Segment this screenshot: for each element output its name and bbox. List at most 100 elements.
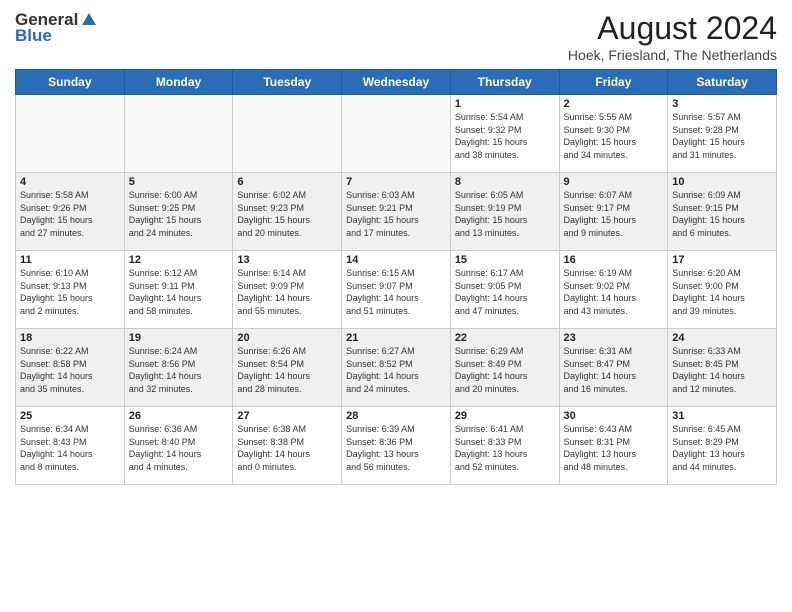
day-info: Sunrise: 6:22 AM Sunset: 8:58 PM Dayligh… <box>20 345 120 395</box>
calendar-cell: 27Sunrise: 6:38 AM Sunset: 8:38 PM Dayli… <box>233 407 342 485</box>
day-info: Sunrise: 5:55 AM Sunset: 9:30 PM Dayligh… <box>564 111 664 161</box>
calendar-cell: 20Sunrise: 6:26 AM Sunset: 8:54 PM Dayli… <box>233 329 342 407</box>
day-number: 30 <box>564 410 664 422</box>
day-number: 10 <box>672 176 772 188</box>
day-info: Sunrise: 6:41 AM Sunset: 8:33 PM Dayligh… <box>455 423 555 473</box>
calendar-cell: 12Sunrise: 6:12 AM Sunset: 9:11 PM Dayli… <box>124 251 233 329</box>
calendar-cell: 8Sunrise: 6:05 AM Sunset: 9:19 PM Daylig… <box>450 173 559 251</box>
calendar-cell: 10Sunrise: 6:09 AM Sunset: 9:15 PM Dayli… <box>668 173 777 251</box>
calendar-cell: 25Sunrise: 6:34 AM Sunset: 8:43 PM Dayli… <box>16 407 125 485</box>
calendar-cell: 15Sunrise: 6:17 AM Sunset: 9:05 PM Dayli… <box>450 251 559 329</box>
calendar-cell: 23Sunrise: 6:31 AM Sunset: 8:47 PM Dayli… <box>559 329 668 407</box>
calendar-cell: 11Sunrise: 6:10 AM Sunset: 9:13 PM Dayli… <box>16 251 125 329</box>
calendar-cell: 22Sunrise: 6:29 AM Sunset: 8:49 PM Dayli… <box>450 329 559 407</box>
calendar-cell <box>342 95 451 173</box>
day-number: 28 <box>346 410 446 422</box>
header: General Blue August 2024 Hoek, Friesland… <box>15 10 777 63</box>
day-info: Sunrise: 6:29 AM Sunset: 8:49 PM Dayligh… <box>455 345 555 395</box>
day-info: Sunrise: 6:24 AM Sunset: 8:56 PM Dayligh… <box>129 345 229 395</box>
day-number: 12 <box>129 254 229 266</box>
day-number: 11 <box>20 254 120 266</box>
calendar-cell: 29Sunrise: 6:41 AM Sunset: 8:33 PM Dayli… <box>450 407 559 485</box>
day-number: 15 <box>455 254 555 266</box>
weekday-header-row: SundayMondayTuesdayWednesdayThursdayFrid… <box>16 70 777 95</box>
calendar-week-row: 18Sunrise: 6:22 AM Sunset: 8:58 PM Dayli… <box>16 329 777 407</box>
day-info: Sunrise: 6:02 AM Sunset: 9:23 PM Dayligh… <box>237 189 337 239</box>
day-number: 23 <box>564 332 664 344</box>
day-number: 19 <box>129 332 229 344</box>
day-number: 3 <box>672 98 772 110</box>
weekday-header-tuesday: Tuesday <box>233 70 342 95</box>
day-info: Sunrise: 6:39 AM Sunset: 8:36 PM Dayligh… <box>346 423 446 473</box>
calendar-cell: 5Sunrise: 6:00 AM Sunset: 9:25 PM Daylig… <box>124 173 233 251</box>
day-number: 14 <box>346 254 446 266</box>
day-info: Sunrise: 6:17 AM Sunset: 9:05 PM Dayligh… <box>455 267 555 317</box>
logo-icon <box>80 11 98 29</box>
calendar-cell: 2Sunrise: 5:55 AM Sunset: 9:30 PM Daylig… <box>559 95 668 173</box>
day-number: 24 <box>672 332 772 344</box>
calendar-week-row: 11Sunrise: 6:10 AM Sunset: 9:13 PM Dayli… <box>16 251 777 329</box>
weekday-header-monday: Monday <box>124 70 233 95</box>
weekday-header-saturday: Saturday <box>668 70 777 95</box>
day-info: Sunrise: 6:45 AM Sunset: 8:29 PM Dayligh… <box>672 423 772 473</box>
day-info: Sunrise: 6:31 AM Sunset: 8:47 PM Dayligh… <box>564 345 664 395</box>
day-info: Sunrise: 6:12 AM Sunset: 9:11 PM Dayligh… <box>129 267 229 317</box>
day-number: 6 <box>237 176 337 188</box>
day-number: 29 <box>455 410 555 422</box>
logo-blue-text: Blue <box>15 26 52 46</box>
weekday-header-wednesday: Wednesday <box>342 70 451 95</box>
calendar-cell <box>124 95 233 173</box>
calendar-table: SundayMondayTuesdayWednesdayThursdayFrid… <box>15 69 777 485</box>
day-info: Sunrise: 5:54 AM Sunset: 9:32 PM Dayligh… <box>455 111 555 161</box>
day-info: Sunrise: 6:34 AM Sunset: 8:43 PM Dayligh… <box>20 423 120 473</box>
day-info: Sunrise: 6:07 AM Sunset: 9:17 PM Dayligh… <box>564 189 664 239</box>
calendar-cell: 28Sunrise: 6:39 AM Sunset: 8:36 PM Dayli… <box>342 407 451 485</box>
calendar-cell: 7Sunrise: 6:03 AM Sunset: 9:21 PM Daylig… <box>342 173 451 251</box>
calendar-week-row: 25Sunrise: 6:34 AM Sunset: 8:43 PM Dayli… <box>16 407 777 485</box>
calendar-cell: 18Sunrise: 6:22 AM Sunset: 8:58 PM Dayli… <box>16 329 125 407</box>
month-year: August 2024 <box>568 10 777 47</box>
day-info: Sunrise: 6:14 AM Sunset: 9:09 PM Dayligh… <box>237 267 337 317</box>
calendar-cell: 31Sunrise: 6:45 AM Sunset: 8:29 PM Dayli… <box>668 407 777 485</box>
day-info: Sunrise: 6:43 AM Sunset: 8:31 PM Dayligh… <box>564 423 664 473</box>
day-info: Sunrise: 6:00 AM Sunset: 9:25 PM Dayligh… <box>129 189 229 239</box>
day-info: Sunrise: 6:10 AM Sunset: 9:13 PM Dayligh… <box>20 267 120 317</box>
day-number: 26 <box>129 410 229 422</box>
day-number: 1 <box>455 98 555 110</box>
calendar-cell: 19Sunrise: 6:24 AM Sunset: 8:56 PM Dayli… <box>124 329 233 407</box>
weekday-header-friday: Friday <box>559 70 668 95</box>
calendar-cell <box>233 95 342 173</box>
day-number: 5 <box>129 176 229 188</box>
day-info: Sunrise: 6:03 AM Sunset: 9:21 PM Dayligh… <box>346 189 446 239</box>
day-number: 21 <box>346 332 446 344</box>
day-info: Sunrise: 6:33 AM Sunset: 8:45 PM Dayligh… <box>672 345 772 395</box>
day-number: 18 <box>20 332 120 344</box>
day-number: 25 <box>20 410 120 422</box>
day-info: Sunrise: 6:05 AM Sunset: 9:19 PM Dayligh… <box>455 189 555 239</box>
day-info: Sunrise: 6:15 AM Sunset: 9:07 PM Dayligh… <box>346 267 446 317</box>
day-number: 7 <box>346 176 446 188</box>
day-info: Sunrise: 6:26 AM Sunset: 8:54 PM Dayligh… <box>237 345 337 395</box>
day-number: 4 <box>20 176 120 188</box>
day-number: 31 <box>672 410 772 422</box>
day-number: 20 <box>237 332 337 344</box>
calendar-page: General Blue August 2024 Hoek, Friesland… <box>0 0 792 612</box>
day-number: 27 <box>237 410 337 422</box>
calendar-cell: 4Sunrise: 5:58 AM Sunset: 9:26 PM Daylig… <box>16 173 125 251</box>
logo: General Blue <box>15 10 98 46</box>
day-number: 9 <box>564 176 664 188</box>
calendar-cell: 17Sunrise: 6:20 AM Sunset: 9:00 PM Dayli… <box>668 251 777 329</box>
weekday-header-sunday: Sunday <box>16 70 125 95</box>
calendar-cell: 3Sunrise: 5:57 AM Sunset: 9:28 PM Daylig… <box>668 95 777 173</box>
day-number: 2 <box>564 98 664 110</box>
day-info: Sunrise: 5:57 AM Sunset: 9:28 PM Dayligh… <box>672 111 772 161</box>
day-info: Sunrise: 5:58 AM Sunset: 9:26 PM Dayligh… <box>20 189 120 239</box>
calendar-cell: 26Sunrise: 6:36 AM Sunset: 8:40 PM Dayli… <box>124 407 233 485</box>
day-info: Sunrise: 6:36 AM Sunset: 8:40 PM Dayligh… <box>129 423 229 473</box>
location: Hoek, Friesland, The Netherlands <box>568 47 777 63</box>
day-number: 8 <box>455 176 555 188</box>
day-info: Sunrise: 6:27 AM Sunset: 8:52 PM Dayligh… <box>346 345 446 395</box>
day-number: 22 <box>455 332 555 344</box>
calendar-cell: 21Sunrise: 6:27 AM Sunset: 8:52 PM Dayli… <box>342 329 451 407</box>
weekday-header-thursday: Thursday <box>450 70 559 95</box>
